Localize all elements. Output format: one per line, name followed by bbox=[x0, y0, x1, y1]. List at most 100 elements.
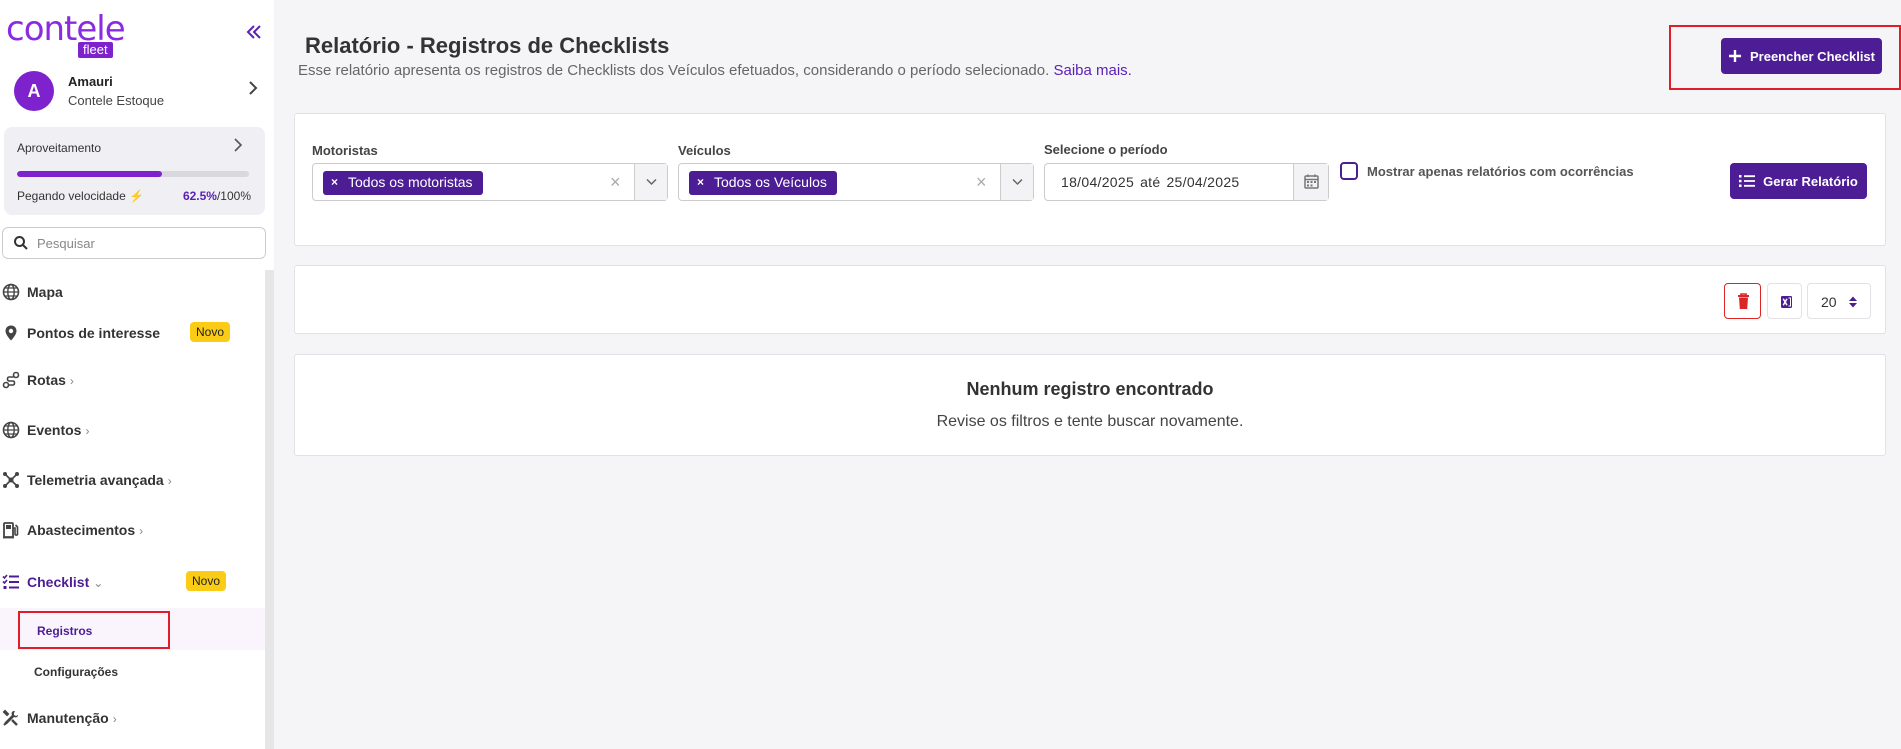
results-toolbar: 20 bbox=[294, 265, 1886, 334]
chevron-right-icon: › bbox=[112, 712, 117, 726]
user-profile[interactable]: A Amauri Contele Estoque bbox=[14, 70, 264, 112]
sidebar-item-abastecimentos[interactable]: Abastecimentos › bbox=[0, 515, 265, 545]
globe-icon bbox=[2, 283, 20, 301]
logo-word: contele bbox=[6, 9, 126, 49]
new-badge: Novo bbox=[190, 322, 231, 342]
only-occurrences-label: Mostrar apenas relatórios com ocorrência… bbox=[1367, 164, 1634, 179]
search-input[interactable] bbox=[37, 233, 257, 253]
excel-icon bbox=[1781, 296, 1792, 308]
delete-button[interactable] bbox=[1724, 283, 1761, 319]
drivers-chip-label: Todos os motoristas bbox=[348, 174, 473, 190]
usage-percent-value: 62.5% bbox=[182, 189, 217, 203]
double-chevron-left-icon bbox=[246, 25, 261, 39]
fill-checklist-label: Preencher Checklist bbox=[1749, 48, 1875, 64]
fuel-pump-icon bbox=[3, 522, 19, 539]
sidebar-item-eventos[interactable]: Eventos › bbox=[0, 415, 265, 445]
sidebar-item-label: Checklist ⌄ bbox=[27, 574, 103, 590]
nav-text: Telemetria avançada bbox=[27, 472, 164, 488]
usage-percent-total: /100% bbox=[216, 189, 251, 203]
sort-icon bbox=[1849, 296, 1857, 308]
user-name: Amauri bbox=[68, 74, 113, 89]
sidebar-item-label: Pontos de interesse bbox=[27, 325, 160, 341]
sidebar-item-mapa[interactable]: Mapa bbox=[0, 277, 265, 307]
export-excel-button[interactable] bbox=[1767, 283, 1802, 319]
calendar-button[interactable] bbox=[1293, 164, 1328, 200]
sidebar-subitem-configuracoes[interactable]: Configurações bbox=[18, 656, 168, 686]
sidebar-item-label: Manutenção › bbox=[27, 710, 117, 726]
clear-drivers-icon[interactable]: × bbox=[610, 172, 621, 193]
chevron-right-icon: › bbox=[167, 474, 172, 488]
globe-icon bbox=[2, 421, 20, 439]
nav-text: Eventos bbox=[27, 422, 82, 438]
only-occurrences-checkbox[interactable] bbox=[1340, 162, 1358, 180]
filters-panel: Motoristas × Todos os motoristas × Veícu… bbox=[294, 113, 1886, 246]
usage-status: Pegando velocidade ⚡ bbox=[17, 189, 144, 203]
sidebar-item-pontos-de-interesse[interactable]: Pontos de interesse Novo bbox=[0, 318, 265, 348]
nav-text: Checklist bbox=[27, 574, 90, 590]
page-size-value: 20 bbox=[1821, 294, 1837, 310]
sidebar-subitem-registros[interactable]: Registros bbox=[18, 611, 170, 649]
generate-report-label: Gerar Relatório bbox=[1763, 173, 1858, 189]
learn-more-link[interactable]: Saiba mais. bbox=[1053, 62, 1131, 79]
empty-state: Nenhum registro encontrado Revise os fil… bbox=[294, 354, 1886, 456]
sidebar: contele fleet A Amauri Contele Estoque A… bbox=[0, 0, 274, 749]
tools-icon bbox=[2, 709, 18, 726]
search-box bbox=[2, 227, 266, 259]
generate-report-button[interactable]: Gerar Relatório bbox=[1730, 163, 1867, 199]
drivers-chip[interactable]: × Todos os motoristas bbox=[323, 171, 483, 195]
period-date-range[interactable]: 18/04/2025 até 25/04/2025 bbox=[1044, 163, 1329, 201]
sidebar-item-telemetria-avancada[interactable]: Telemetria avançada › bbox=[0, 465, 265, 495]
sidebar-item-manutencao[interactable]: Manutenção › bbox=[0, 703, 265, 733]
period-label: Selecione o período bbox=[1044, 142, 1168, 157]
usage-status-text: Pegando velocidade bbox=[17, 189, 126, 203]
vehicles-dropdown-toggle[interactable] bbox=[1000, 164, 1033, 200]
user-company: Contele Estoque bbox=[68, 93, 165, 108]
usage-percent: 62.5%/100% bbox=[183, 189, 251, 203]
date-to: 25/04/2025 bbox=[1166, 174, 1240, 190]
drivers-dropdown-toggle[interactable] bbox=[634, 164, 667, 200]
vehicles-chip[interactable]: × Todos os Veículos bbox=[689, 171, 837, 195]
only-occurrences-option[interactable]: Mostrar apenas relatórios com ocorrência… bbox=[1340, 162, 1640, 184]
fill-checklist-button[interactable]: Preencher Checklist bbox=[1721, 38, 1882, 74]
chevron-right-icon bbox=[247, 80, 259, 101]
sidebar-item-label: Telemetria avançada › bbox=[27, 472, 172, 488]
page-size-select[interactable]: 20 bbox=[1807, 283, 1871, 319]
usage-progress-fill bbox=[17, 171, 162, 177]
usage-title: Aproveitamento bbox=[17, 141, 102, 155]
sidebar-item-rotas[interactable]: Rotas › bbox=[0, 365, 265, 395]
route-icon bbox=[2, 371, 20, 389]
drivers-label: Motoristas bbox=[312, 143, 378, 158]
network-icon bbox=[3, 472, 19, 488]
vehicles-label: Veículos bbox=[678, 143, 731, 158]
lightning-icon: ⚡ bbox=[129, 189, 145, 203]
search-icon bbox=[14, 236, 28, 250]
usage-progress-bar bbox=[17, 171, 249, 177]
page-description: Esse relatório apresenta os registros de… bbox=[298, 62, 1132, 79]
chevron-right-icon: › bbox=[139, 524, 144, 538]
vehicles-select[interactable]: × Todos os Veículos × bbox=[678, 163, 1034, 201]
nav-text: Manutenção bbox=[27, 710, 109, 726]
usage-panel[interactable]: Aproveitamento Pegando velocidade ⚡ 62.5… bbox=[4, 127, 265, 215]
collapse-sidebar-button[interactable] bbox=[243, 22, 265, 44]
calendar-icon bbox=[1304, 174, 1319, 189]
remove-chip-icon[interactable]: × bbox=[697, 175, 704, 195]
vehicles-chip-label: Todos os Veículos bbox=[714, 174, 827, 190]
chevron-down-icon: ⌄ bbox=[93, 576, 104, 590]
page-title: Relatório - Registros de Checklists bbox=[305, 33, 670, 58]
drivers-select[interactable]: × Todos os motoristas × bbox=[312, 163, 668, 201]
map-pin-icon bbox=[5, 325, 17, 341]
sidebar-subitem-label: Configurações bbox=[34, 665, 119, 679]
chevron-down-icon bbox=[645, 178, 657, 186]
list-icon bbox=[1739, 175, 1756, 187]
remove-chip-icon[interactable]: × bbox=[331, 175, 338, 195]
new-badge: Novo bbox=[186, 571, 227, 591]
trash-icon bbox=[1738, 293, 1749, 309]
chevron-right-icon: › bbox=[69, 374, 74, 388]
empty-state-title: Nenhum registro encontrado bbox=[966, 379, 1214, 399]
clear-vehicles-icon[interactable]: × bbox=[976, 172, 987, 193]
date-from: 18/04/2025 bbox=[1061, 174, 1135, 190]
sidebar-item-checklist[interactable]: Checklist ⌄ Novo bbox=[0, 567, 265, 597]
sidebar-scrollbar[interactable] bbox=[265, 270, 274, 749]
brand-logo[interactable]: contele fleet bbox=[6, 12, 126, 58]
nav-text: Abastecimentos bbox=[27, 522, 136, 538]
